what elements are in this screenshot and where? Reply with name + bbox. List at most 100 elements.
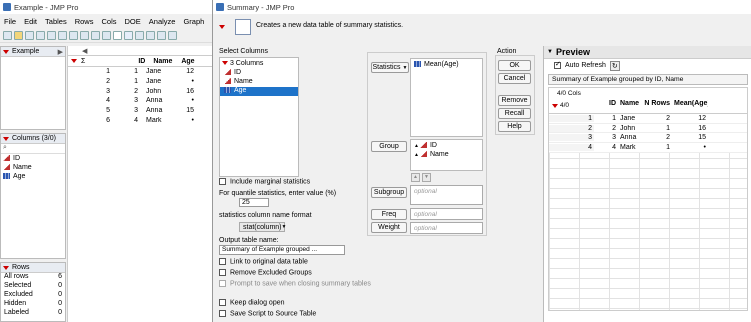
include-marginal-checkbox[interactable] bbox=[219, 178, 226, 185]
grid-menu-icon[interactable] bbox=[71, 59, 77, 63]
collapse-arrow-icon[interactable]: ▶ bbox=[58, 48, 63, 56]
preview-cell-id[interactable]: 1 bbox=[594, 115, 618, 122]
preview-cell-name[interactable]: John bbox=[618, 125, 642, 132]
scroll-icon[interactable] bbox=[168, 31, 177, 40]
cell-id[interactable]: 1 bbox=[112, 78, 140, 85]
column-list-item[interactable]: Age bbox=[220, 87, 298, 96]
lasso-icon[interactable] bbox=[146, 31, 155, 40]
table-panel-header[interactable]: Example ▶ bbox=[1, 47, 65, 57]
save-script-checkbox[interactable] bbox=[219, 310, 226, 317]
select-icon[interactable] bbox=[135, 31, 144, 40]
row-number[interactable]: 5 bbox=[68, 107, 112, 114]
preview-menu-icon[interactable] bbox=[552, 104, 558, 108]
group-button[interactable]: Group bbox=[371, 141, 407, 152]
prompt-save-checkbox[interactable] bbox=[219, 280, 226, 287]
menu-item-tables[interactable]: Tables bbox=[45, 17, 67, 26]
preview-table-tab[interactable]: Summary of Example grouped by ID, Name bbox=[548, 74, 748, 85]
cell-id[interactable]: 3 bbox=[112, 97, 140, 104]
preview-header-cell[interactable]: N Rows bbox=[642, 100, 672, 107]
grid-header-age[interactable]: Age bbox=[179, 58, 207, 65]
group-item[interactable]: ▲ ID bbox=[414, 142, 479, 151]
grid-corner-arrow-icon[interactable]: ◀ bbox=[82, 47, 87, 55]
rows-icon[interactable] bbox=[80, 31, 89, 40]
help-button[interactable]: Help bbox=[498, 121, 531, 132]
column-item[interactable]: Name bbox=[3, 164, 63, 173]
cell-name[interactable]: Anna bbox=[140, 107, 174, 114]
cell-age[interactable]: 15 bbox=[174, 107, 196, 114]
menu-item-graph[interactable]: Graph bbox=[183, 17, 204, 26]
preview-row-number[interactable]: 1 bbox=[549, 114, 594, 122]
save-icon[interactable] bbox=[25, 31, 34, 40]
table-icon[interactable] bbox=[69, 31, 78, 40]
rows-menu-icon[interactable] bbox=[3, 265, 9, 270]
freq-field[interactable]: optional bbox=[410, 208, 483, 220]
columns-menu-icon[interactable] bbox=[3, 136, 9, 141]
column-item[interactable]: Age bbox=[3, 173, 63, 182]
rows-panel-header[interactable]: Rows bbox=[1, 263, 65, 273]
quantile-input[interactable]: 25 bbox=[239, 198, 269, 207]
grid-header-id[interactable]: ID bbox=[85, 58, 147, 65]
preview-row[interactable]: 3 3 Anna 2 15 bbox=[549, 133, 747, 144]
move-down-icon[interactable]: ▼ bbox=[422, 173, 431, 182]
preview-row[interactable]: 1 1 Jane 2 12 bbox=[549, 114, 747, 124]
recall-button[interactable]: Recall bbox=[498, 108, 531, 119]
preview-cell-name[interactable]: Jane bbox=[618, 115, 642, 122]
refresh-icon[interactable]: ↻ bbox=[609, 60, 620, 71]
include-marginal-option[interactable]: Include marginal statistics bbox=[219, 178, 310, 185]
preview-row-number[interactable]: 4 bbox=[549, 143, 594, 151]
cell-age[interactable]: 12 bbox=[174, 68, 196, 75]
menu-item-cols[interactable]: Cols bbox=[101, 17, 116, 26]
statistics-button[interactable]: Statistics ▼ bbox=[371, 62, 409, 73]
column-item[interactable]: ID bbox=[3, 155, 63, 164]
preview-cell-mean[interactable]: 12 bbox=[672, 115, 708, 122]
table-row[interactable]: 1 1 Jane 12 bbox=[68, 67, 212, 77]
keep-open-option[interactable]: Keep dialog open bbox=[219, 299, 285, 306]
weight-field[interactable]: optional bbox=[410, 222, 483, 234]
cell-id[interactable]: 4 bbox=[112, 117, 140, 124]
preview-cell-nrows[interactable]: 2 bbox=[642, 115, 672, 122]
table-row[interactable]: 2 1 Jane • bbox=[68, 77, 212, 87]
copy-icon[interactable] bbox=[47, 31, 56, 40]
cell-name[interactable]: Jane bbox=[140, 78, 174, 85]
new-table-icon[interactable] bbox=[3, 31, 12, 40]
row-number[interactable]: 1 bbox=[68, 68, 112, 75]
freq-button[interactable]: Freq bbox=[371, 209, 407, 220]
menu-item-analyze[interactable]: Analyze bbox=[149, 17, 176, 26]
cell-age[interactable]: • bbox=[174, 117, 196, 124]
preview-cell-id[interactable]: 4 bbox=[594, 144, 618, 151]
format-select[interactable]: stat(column) ▼ bbox=[239, 222, 286, 232]
output-name-input[interactable]: Summary of Example grouped ... bbox=[219, 245, 345, 255]
menu-item-edit[interactable]: Edit bbox=[24, 17, 37, 26]
keep-open-checkbox[interactable] bbox=[219, 299, 226, 306]
table-menu-icon[interactable] bbox=[3, 49, 9, 54]
row-number[interactable]: 2 bbox=[68, 78, 112, 85]
preview-row-number[interactable]: 2 bbox=[549, 124, 594, 132]
menu-item-rows[interactable]: Rows bbox=[75, 17, 94, 26]
table-row[interactable]: 5 3 Anna 15 bbox=[68, 106, 212, 116]
preview-cell-nrows[interactable]: 1 bbox=[642, 144, 672, 151]
row-number[interactable]: 4 bbox=[68, 97, 112, 104]
table-row[interactable]: 3 2 John 16 bbox=[68, 86, 212, 96]
auto-refresh-checkbox[interactable]: ✓ bbox=[554, 61, 561, 69]
save-script-option[interactable]: Save Script to Source Table bbox=[219, 310, 316, 317]
cell-id[interactable]: 2 bbox=[112, 88, 140, 95]
preview-cell-mean[interactable]: • bbox=[672, 144, 708, 151]
cell-name[interactable]: Jane bbox=[140, 68, 174, 75]
subgroup-field[interactable]: optional bbox=[410, 185, 483, 205]
paste-icon[interactable] bbox=[58, 31, 67, 40]
row-number[interactable]: 3 bbox=[68, 88, 112, 95]
auto-refresh-option[interactable]: ✓ Auto Refresh ↻ bbox=[544, 59, 751, 72]
remove-excluded-checkbox[interactable] bbox=[219, 269, 226, 276]
group-item[interactable]: ▲ Name bbox=[414, 151, 479, 160]
cols-icon[interactable] bbox=[91, 31, 100, 40]
preview-row-number[interactable]: 3 bbox=[549, 134, 594, 142]
preview-cell-id[interactable]: 2 bbox=[594, 125, 618, 132]
remove-excluded-option[interactable]: Remove Excluded Groups bbox=[219, 269, 312, 276]
table-row[interactable]: 4 3 Anna • bbox=[68, 96, 212, 106]
preview-cell-nrows[interactable]: 1 bbox=[642, 125, 672, 132]
open-icon[interactable] bbox=[14, 31, 23, 40]
ok-button[interactable]: OK bbox=[498, 60, 531, 71]
preview-cell-name[interactable]: Mark bbox=[618, 144, 642, 151]
menu-item-doe[interactable]: DOE bbox=[125, 17, 141, 26]
brush-icon[interactable] bbox=[157, 31, 166, 40]
